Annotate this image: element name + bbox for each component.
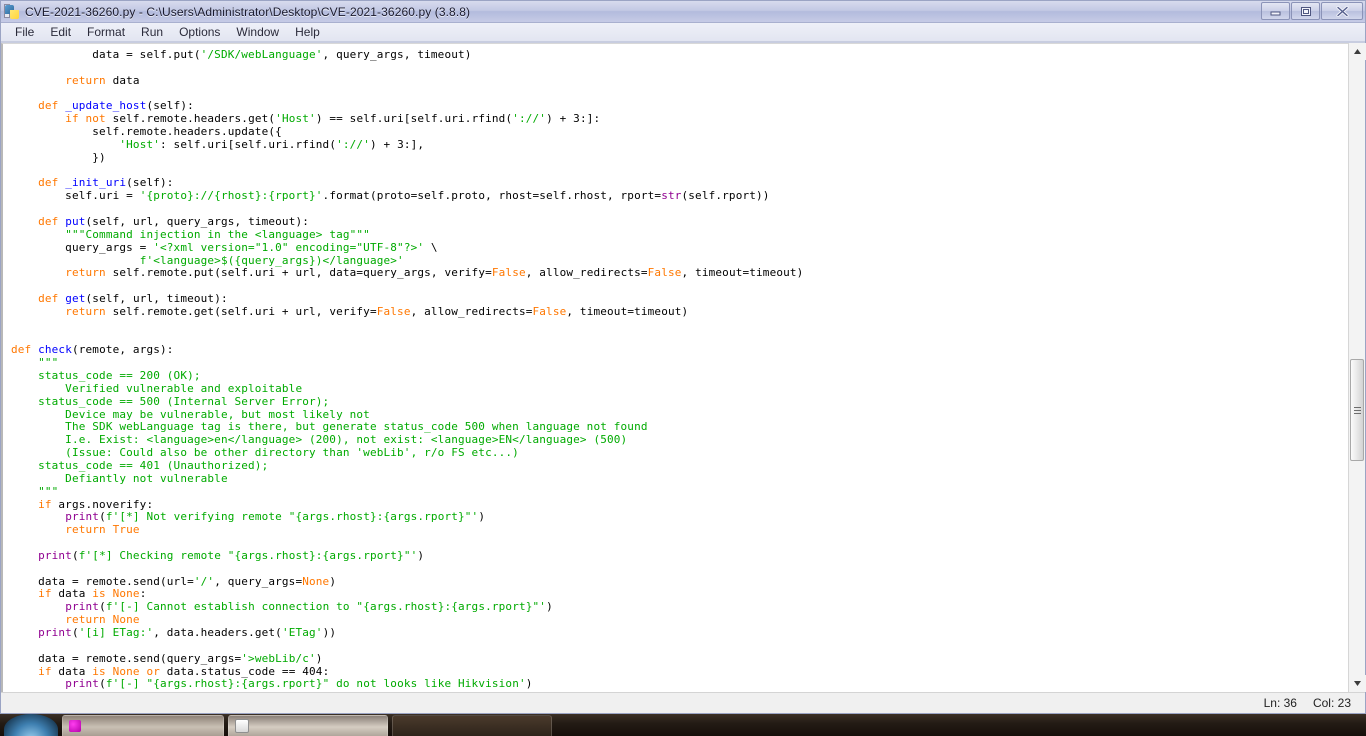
minimize-button[interactable] — [1261, 2, 1290, 20]
scroll-thumb[interactable] — [1350, 359, 1364, 461]
restore-button[interactable] — [1291, 2, 1320, 20]
taskbar-item-3[interactable] — [392, 715, 552, 736]
scroll-down-button[interactable] — [1349, 675, 1366, 692]
idle-editor-window: CVE-2021-36260.py - C:\Users\Administrat… — [0, 0, 1366, 714]
browser-icon — [69, 720, 81, 732]
menu-file[interactable]: File — [7, 24, 42, 40]
windows-taskbar — [0, 714, 1366, 736]
scroll-grip-icon — [1353, 405, 1361, 416]
editor-area: data = self.put('/SDK/webLanguage', quer… — [1, 42, 1366, 692]
start-button[interactable] — [4, 714, 58, 736]
restore-icon — [1300, 6, 1311, 16]
menu-bar: File Edit Format Run Options Window Help — [1, 23, 1365, 42]
status-bar: Ln: 36 Col: 23 — [1, 692, 1365, 713]
close-button[interactable] — [1321, 2, 1363, 20]
window-controls — [1261, 2, 1363, 20]
source-code[interactable]: data = self.put('/SDK/webLanguage', quer… — [3, 44, 1348, 692]
menu-options[interactable]: Options — [171, 24, 228, 40]
document-icon — [235, 719, 249, 733]
menu-edit[interactable]: Edit — [42, 24, 79, 40]
code-text-area[interactable]: data = self.put('/SDK/webLanguage', quer… — [1, 43, 1348, 692]
title-bar[interactable]: CVE-2021-36260.py - C:\Users\Administrat… — [1, 1, 1365, 23]
menu-run[interactable]: Run — [133, 24, 171, 40]
menu-format[interactable]: Format — [79, 24, 133, 40]
close-icon — [1335, 5, 1349, 17]
python-idle-icon — [4, 3, 20, 20]
window-title: CVE-2021-36260.py - C:\Users\Administrat… — [25, 4, 471, 19]
taskbar-item-2[interactable] — [228, 715, 388, 736]
scroll-down-icon — [1354, 681, 1361, 686]
menu-help[interactable]: Help — [287, 24, 328, 40]
minimize-icon — [1270, 11, 1281, 15]
status-line-number: Ln: 36 — [1263, 696, 1297, 710]
vertical-scrollbar[interactable] — [1348, 43, 1366, 692]
menu-window[interactable]: Window — [228, 24, 287, 40]
scroll-up-button[interactable] — [1349, 43, 1366, 60]
status-column-number: Col: 23 — [1312, 696, 1351, 710]
scroll-up-icon — [1354, 49, 1361, 54]
taskbar-item-1[interactable] — [62, 715, 224, 736]
